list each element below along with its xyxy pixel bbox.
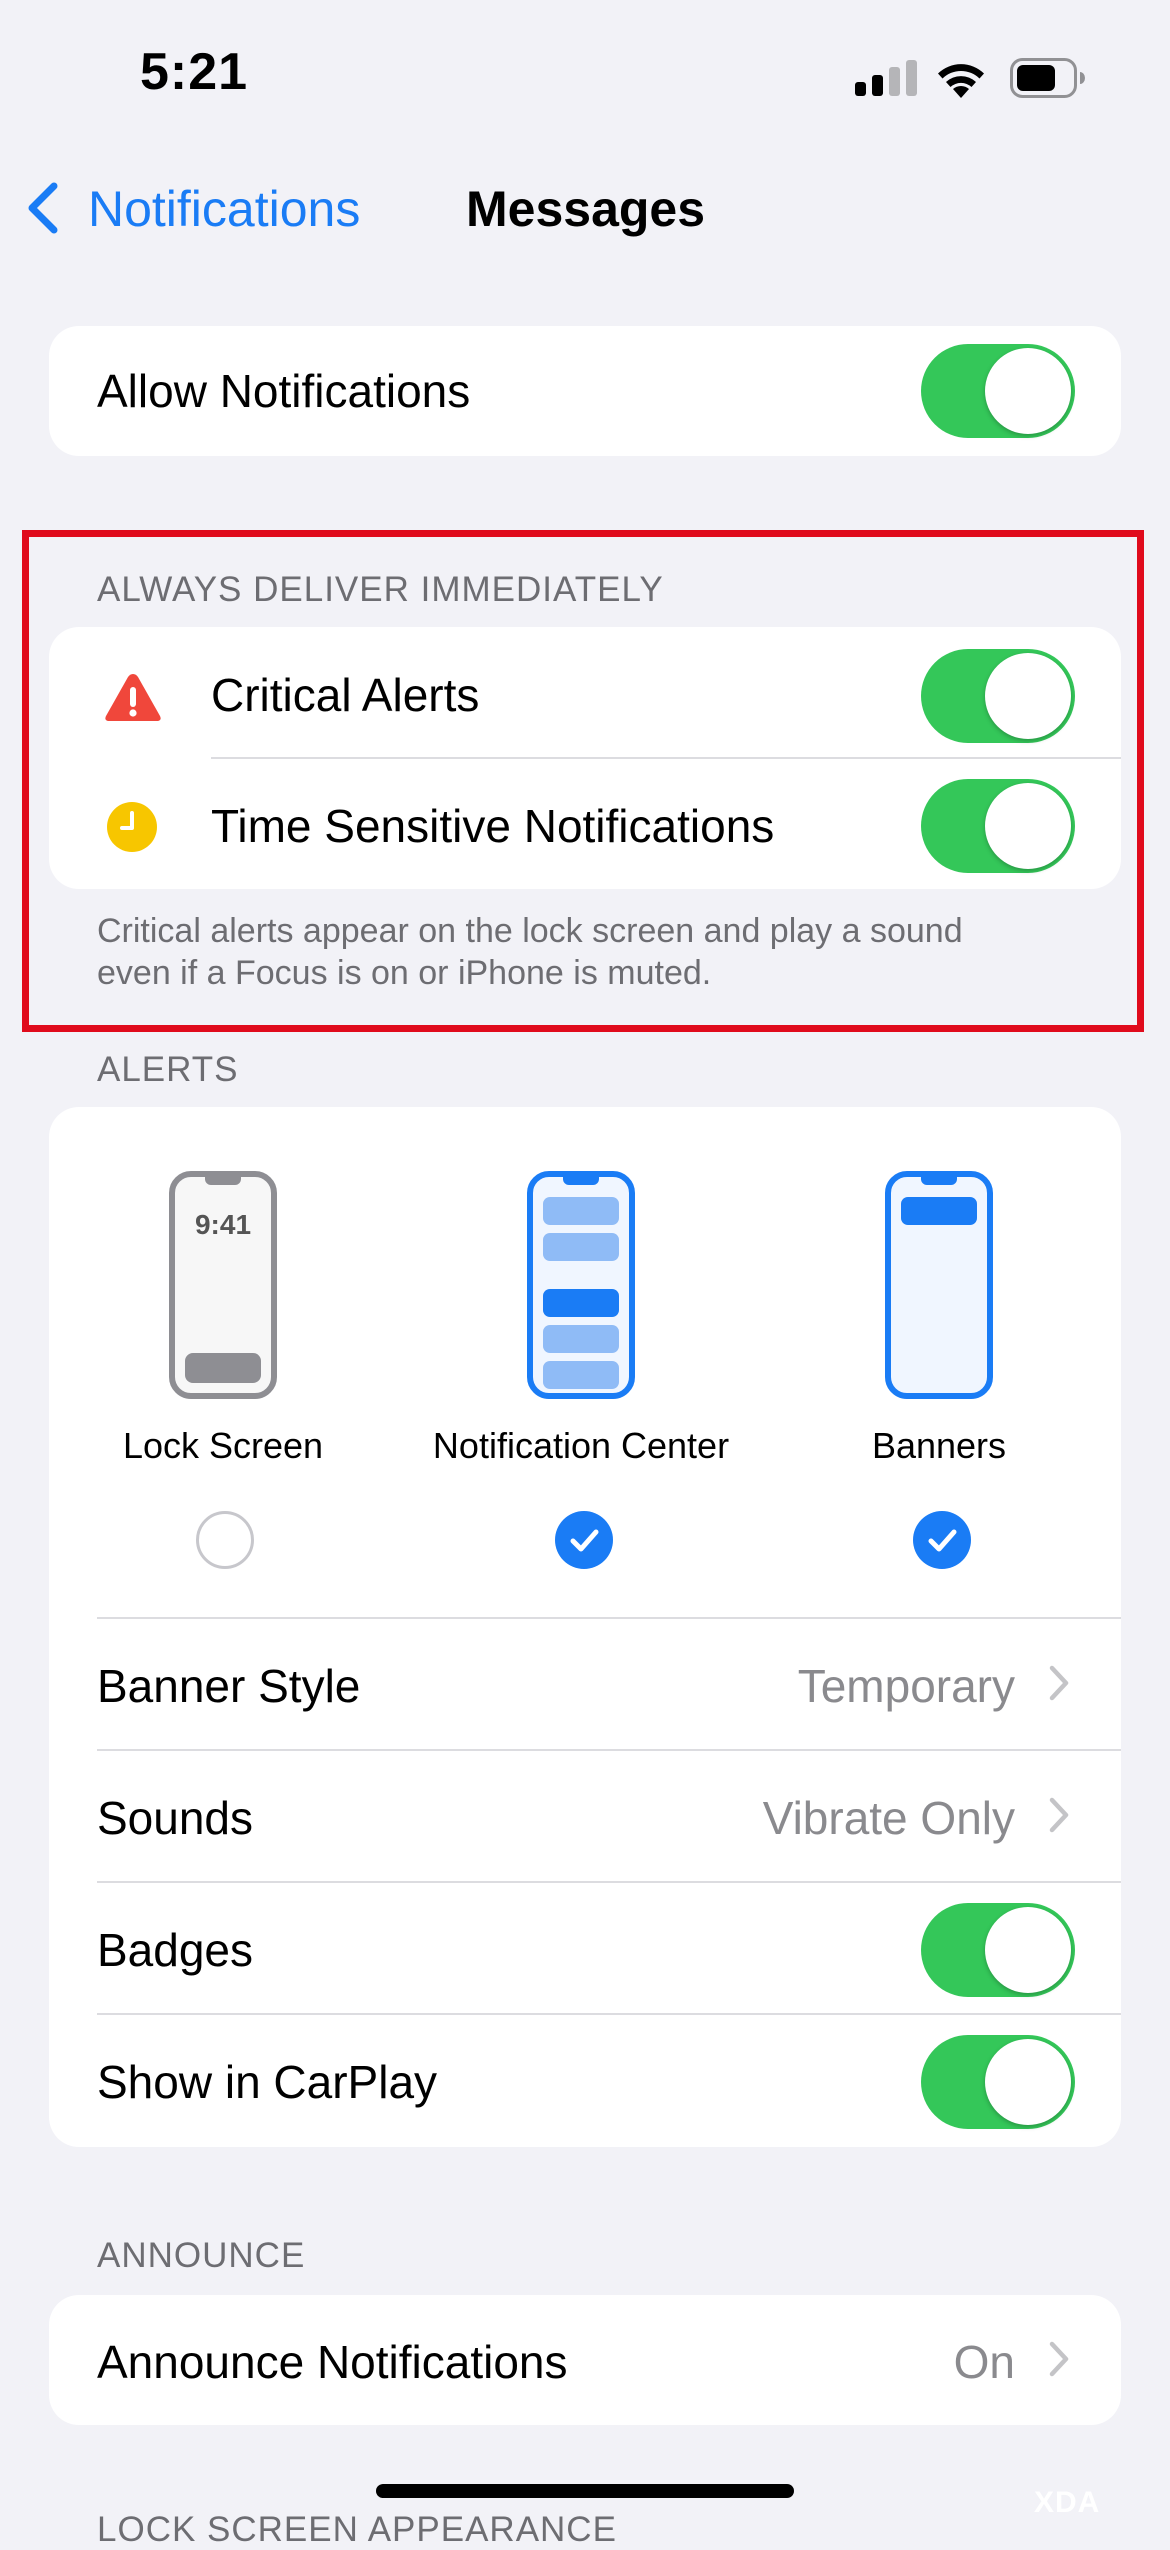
banner-style-value: Temporary bbox=[797, 1660, 1015, 1712]
sounds-row[interactable]: Sounds Vibrate Only bbox=[49, 1751, 1121, 1881]
chevron-right-icon bbox=[1049, 1665, 1069, 1701]
sounds-label: Sounds bbox=[97, 1792, 254, 1844]
xda-watermark: XDA bbox=[1034, 2486, 1101, 2519]
lock-screen-phone-icon[interactable]: 9:41 bbox=[169, 1171, 277, 1399]
banners-phone-icon[interactable] bbox=[885, 1171, 993, 1399]
allow-notifications-label: Allow Notifications bbox=[97, 365, 471, 417]
row-divider bbox=[97, 1881, 1121, 1883]
back-chevron-icon[interactable] bbox=[24, 180, 64, 236]
checkmark-icon bbox=[570, 1529, 599, 1552]
highlight-box bbox=[22, 530, 1144, 1032]
checkmark-icon bbox=[928, 1529, 957, 1552]
status-time: 5:21 bbox=[140, 43, 249, 101]
notification-center-label: Notification Center bbox=[432, 1425, 730, 1466]
allow-notifications-toggle[interactable] bbox=[921, 344, 1075, 438]
battery-icon bbox=[1010, 58, 1085, 98]
page-title: Messages bbox=[466, 181, 706, 237]
announce-value: On bbox=[953, 2336, 1015, 2388]
lock-screen-label: Lock Screen bbox=[122, 1425, 324, 1466]
lock-screen-time: 9:41 bbox=[194, 1209, 252, 1240]
carplay-toggle[interactable] bbox=[921, 2035, 1075, 2129]
alerts-card: 9:41 Lock Screen Notification Center Ban… bbox=[49, 1107, 1121, 2147]
banner-style-row[interactable]: Banner Style Temporary bbox=[49, 1619, 1121, 1749]
section-header-alerts: ALERTS bbox=[97, 1050, 239, 1089]
announce-notifications-label: Announce Notifications bbox=[97, 2336, 568, 2388]
back-button[interactable]: Notifications bbox=[88, 180, 360, 238]
section-header-lock-screen-appearance: LOCK SCREEN APPEARANCE bbox=[97, 2510, 617, 2549]
announce-card[interactable]: Announce Notifications On bbox=[49, 2295, 1121, 2425]
home-indicator[interactable] bbox=[376, 2484, 794, 2498]
row-divider bbox=[97, 2013, 1121, 2015]
chevron-right-icon bbox=[1049, 2341, 1069, 2377]
badges-label: Badges bbox=[97, 1924, 254, 1976]
banners-radio[interactable] bbox=[913, 1511, 971, 1569]
carplay-label: Show in CarPlay bbox=[97, 2056, 438, 2108]
section-header-announce: ANNOUNCE bbox=[97, 2236, 306, 2275]
allow-notifications-card: Allow Notifications bbox=[49, 326, 1121, 456]
cellular-signal-icon bbox=[855, 60, 917, 96]
lock-screen-radio[interactable] bbox=[196, 1511, 254, 1569]
badges-toggle[interactable] bbox=[921, 1903, 1075, 1997]
banner-style-label: Banner Style bbox=[97, 1660, 361, 1712]
wifi-icon bbox=[938, 64, 984, 98]
chevron-right-icon bbox=[1049, 1797, 1069, 1833]
notification-center-phone-icon[interactable] bbox=[527, 1171, 635, 1399]
notification-center-radio[interactable] bbox=[555, 1511, 613, 1569]
banners-label: Banners bbox=[871, 1425, 1007, 1466]
sounds-value: Vibrate Only bbox=[762, 1792, 1015, 1844]
